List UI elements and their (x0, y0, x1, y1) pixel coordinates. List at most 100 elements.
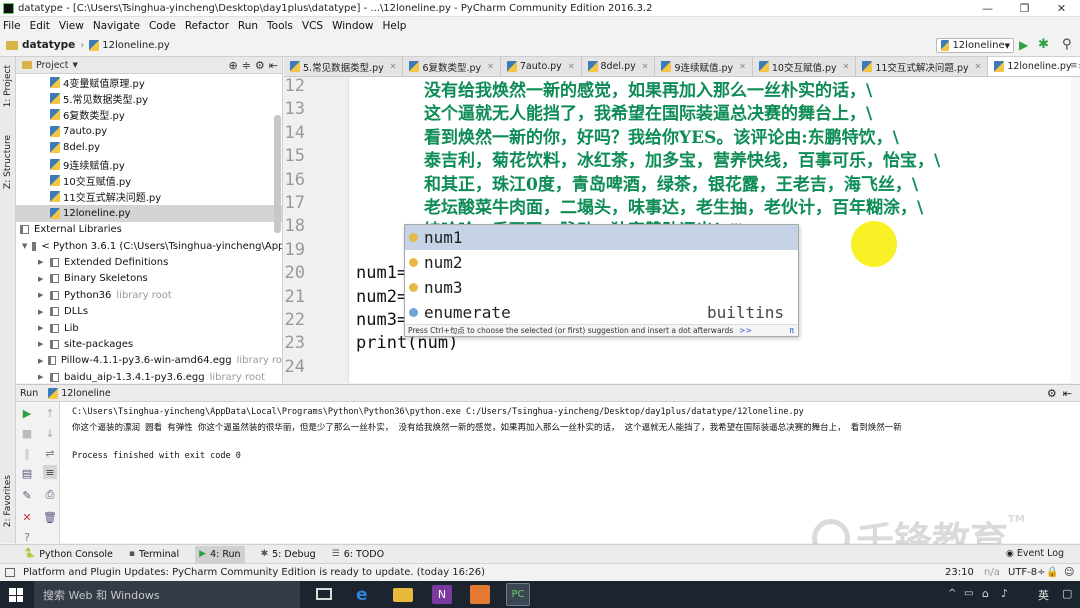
pycharm-taskbar-icon[interactable]: PC (506, 583, 530, 606)
editor-tab[interactable]: 8del.py ✕ (582, 57, 656, 76)
menu-view[interactable]: View (59, 20, 84, 32)
chevron-right-icon[interactable]: ▶ (38, 275, 45, 283)
editor-tab[interactable]: 6复数类型.py ✕ (403, 57, 501, 76)
tray-up-icon[interactable]: ^ (948, 588, 956, 599)
scroll-end-icon[interactable]: ≡ (43, 465, 57, 479)
close-tab-icon[interactable]: ✕ (843, 62, 850, 71)
editor-tab[interactable]: 11交互式解决问题.py ✕ (856, 57, 989, 76)
cursor-position[interactable]: 23:10 (945, 567, 974, 578)
close-run-icon[interactable]: ✕ (20, 510, 34, 524)
menu-refactor[interactable]: Refactor (185, 20, 229, 32)
pin-tab-icon[interactable]: ✎ (20, 488, 34, 502)
tree-item[interactable]: ▼External Libraries (16, 222, 282, 238)
chevron-right-icon[interactable]: ▶ (38, 291, 45, 299)
inspector-icon[interactable]: ☺ (1064, 567, 1074, 578)
tree-item[interactable]: ▶ Extended Definitions (16, 254, 282, 270)
tree-item[interactable]: 7auto.py (16, 123, 282, 139)
close-tab-icon[interactable]: ✕ (975, 62, 982, 71)
up-arrow-icon[interactable]: ↑ (43, 406, 57, 420)
chevron-down-icon[interactable]: ▼ (22, 242, 27, 250)
search-icon[interactable]: ⚲ (1062, 37, 1072, 52)
chevron-right-icon[interactable]: ▶ (38, 340, 45, 348)
minimize-button[interactable]: — (969, 0, 1006, 16)
chevron-right-icon[interactable]: ▶ (38, 324, 45, 332)
onenote-icon[interactable]: N (432, 585, 452, 604)
tree-item[interactable]: 6复数类型.py (16, 107, 282, 123)
close-tab-icon[interactable]: ✕ (390, 62, 397, 71)
tree-item[interactable]: ▶ site-packages (16, 336, 282, 352)
run-panel-config[interactable]: 12loneline (61, 388, 111, 399)
editor-tab[interactable]: 9连续赋值.py ✕ (655, 57, 753, 76)
code-line[interactable]: 这个逼就无人能挡了，我希望在国际装逼总决赛的舞台上，\ (424, 99, 872, 124)
tree-item[interactable]: 9连续赋值.py (16, 156, 282, 172)
pause-icon[interactable]: ‖ (20, 446, 34, 460)
taskbar-search[interactable]: 搜索 Web 和 Windows (34, 581, 300, 608)
editor-tab[interactable]: 7auto.py ✕ (501, 57, 582, 76)
debug-icon[interactable]: ✱ (1038, 37, 1049, 52)
close-tab-icon[interactable]: ✕ (568, 62, 575, 71)
print-icon[interactable]: ⎙ (43, 488, 57, 502)
wps-icon[interactable] (470, 585, 490, 604)
windows-start-icon[interactable] (9, 588, 23, 602)
menu-window[interactable]: Window (332, 20, 373, 32)
code-line[interactable]: 和其正，珠江0度，青岛啤酒，绿茶，银花露，王老吉，海飞丝，\ (424, 170, 918, 195)
help-icon[interactable]: ? (20, 530, 34, 544)
run-icon[interactable]: ▶ (1019, 38, 1028, 52)
menu-file[interactable]: File (3, 20, 21, 32)
tree-item[interactable]: ▶ Pillow-4.1.1-py3.6-win-amd64.egg library… (16, 353, 282, 369)
file-encoding[interactable]: UTF-8÷ (1008, 567, 1046, 578)
tree-item[interactable]: ▶ Lib (16, 320, 282, 336)
autocomplete-item[interactable]: num2 (405, 250, 798, 275)
close-button[interactable]: ✕ (1043, 0, 1080, 16)
menu-run[interactable]: Run (238, 20, 258, 32)
menu-help[interactable]: Help (383, 20, 407, 32)
editor-tab[interactable]: 10交互赋值.py ✕ (753, 57, 857, 76)
autocomplete-hint-link[interactable]: >> (739, 326, 752, 335)
tree-item[interactable]: 12loneline.py (16, 205, 282, 222)
chevron-right-icon[interactable]: ▶ (38, 258, 45, 266)
code-line[interactable]: 老坛酸菜牛肉面，二塌头，味事达，老生抽，老伙计，百年糊涂，\ (424, 193, 923, 218)
menu-edit[interactable]: Edit (30, 20, 50, 32)
rerun-icon[interactable]: ▶ (20, 406, 34, 420)
autocomplete-item[interactable]: num3 (405, 275, 798, 300)
editor-tab[interactable]: 12loneline.py✕ (988, 57, 1080, 76)
bottom-tab[interactable]: ✱ 5: Debug (261, 549, 316, 560)
soft-wrap-icon[interactable]: ⇌ (43, 446, 57, 460)
code-line[interactable]: num1= (356, 263, 407, 283)
tree-item[interactable]: ▶ Python36 library root (16, 287, 282, 303)
task-view-icon[interactable] (316, 588, 332, 600)
tree-item[interactable]: ▶ DLLs (16, 303, 282, 319)
menu-vcs[interactable]: VCS (302, 20, 323, 32)
tree-item[interactable]: 10交互赋值.py (16, 172, 282, 188)
tree-item[interactable]: ▶ Binary Skeletons (16, 271, 282, 287)
editor-scrollbar[interactable] (1071, 77, 1080, 383)
volume-icon[interactable]: ♪ (1001, 587, 1008, 600)
code-line[interactable]: 泰吉利，菊花饮料，冰红茶，加多宝，营养快线，百事可乐，怡宝，\ (424, 146, 940, 171)
notification-icon[interactable]: ▢ (1062, 587, 1072, 600)
edge-icon[interactable]: e (356, 585, 376, 605)
project-tool-tab[interactable]: 1: Project (3, 65, 13, 107)
code-line[interactable]: 看到焕然一新的你，好吗？我给你YES。该评论由:东鹏特饮，\ (424, 123, 899, 148)
file-explorer-icon[interactable] (393, 588, 413, 602)
pin-icon[interactable]: π (789, 326, 794, 335)
scrollbar-thumb[interactable] (274, 115, 281, 233)
chevron-right-icon[interactable]: ▶ (38, 357, 43, 365)
line-separator[interactable]: n/a (984, 567, 1000, 578)
chevron-right-icon[interactable]: ▶ (38, 308, 45, 316)
run-config-select[interactable]: 12loneline ▼ (936, 38, 1014, 53)
tree-item[interactable]: 8del.py (16, 140, 282, 156)
favorites-tool-tab[interactable]: 2: Favorites (3, 475, 13, 527)
stop-icon[interactable]: ■ (20, 426, 34, 440)
close-tab-icon[interactable]: ✕ (487, 62, 494, 71)
event-log-tab[interactable]: ◉ Event Log (1006, 548, 1064, 559)
language-indicator[interactable]: 英 (1038, 587, 1049, 603)
close-tab-icon[interactable]: ✕ (739, 62, 746, 71)
hide-icon[interactable]: ⇤ (269, 59, 278, 72)
bottom-tab[interactable]: ▶ 4: Run (195, 545, 245, 563)
autocomplete-item[interactable]: num1 (405, 225, 798, 250)
gear-icon[interactable]: ⚙ (255, 59, 265, 72)
tree-item[interactable]: ▼ < Python 3.6.1 (C:\Users\Tsinghua-yinch… (16, 238, 282, 254)
menu-code[interactable]: Code (149, 20, 176, 32)
bottom-tab[interactable]: ▪ Terminal (129, 549, 179, 560)
down-arrow-icon[interactable]: ↓ (43, 426, 57, 440)
